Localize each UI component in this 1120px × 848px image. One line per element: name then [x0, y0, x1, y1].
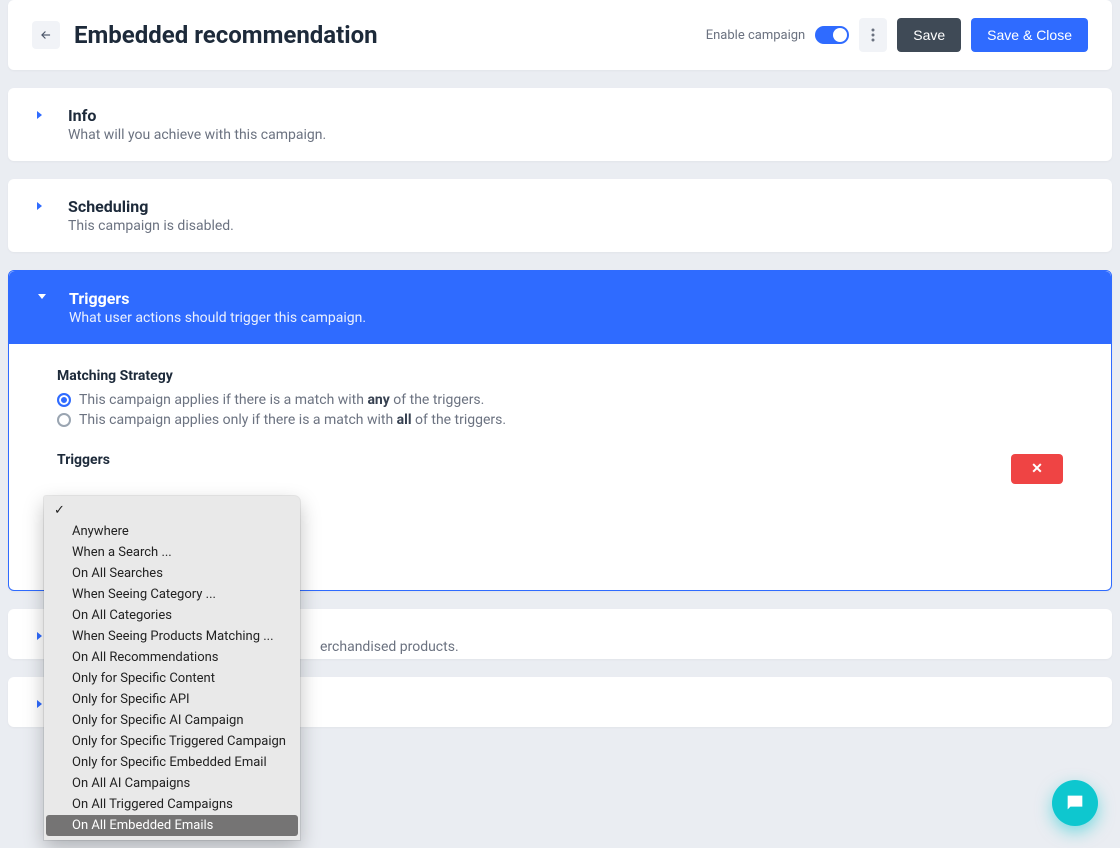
- dropdown-item-label: Only for Specific Triggered Campaign: [72, 734, 286, 749]
- scheduling-subtitle: This campaign is disabled.: [68, 218, 234, 234]
- dropdown-item[interactable]: Only for Specific Triggered Campaign: [46, 731, 298, 752]
- dropdown-item-label: On All Recommendations: [72, 650, 219, 665]
- dropdown-item[interactable]: Only for Specific AI Campaign: [46, 710, 298, 731]
- enable-campaign-toggle[interactable]: [815, 26, 849, 44]
- enable-campaign-label: Enable campaign: [706, 28, 806, 43]
- dropdown-item[interactable]: When Seeing Products Matching ...: [46, 626, 298, 647]
- dropdown-item[interactable]: Only for Specific Embedded Email: [46, 752, 298, 773]
- chevron-right-icon: [36, 110, 54, 120]
- dropdown-item[interactable]: On All Embedded Emails: [46, 815, 298, 836]
- dropdown-item[interactable]: Anywhere: [46, 521, 298, 542]
- radio-any-text: This campaign applies if there is a matc…: [79, 392, 484, 408]
- chevron-right-icon: [36, 201, 54, 211]
- kebab-icon: [871, 28, 875, 42]
- dropdown-item-label: Anywhere: [72, 524, 129, 539]
- matching-strategy-heading: Matching Strategy: [57, 368, 1063, 384]
- section-info[interactable]: Info What will you achieve with this cam…: [8, 88, 1112, 161]
- chevron-down-icon: [37, 293, 55, 301]
- dropdown-item[interactable]: On All Searches: [46, 563, 298, 584]
- lower-subtitle-fragment: erchandised products.: [320, 639, 459, 655]
- scheduling-title: Scheduling: [68, 197, 234, 216]
- triggers-title: Triggers: [69, 289, 366, 308]
- info-title: Info: [68, 106, 326, 125]
- radio-all-text: This campaign applies only if there is a…: [79, 412, 506, 428]
- dropdown-item-label: When Seeing Category ...: [72, 587, 216, 602]
- dropdown-item[interactable]: Only for Specific Content: [46, 668, 298, 689]
- radio-match-any[interactable]: This campaign applies if there is a matc…: [57, 392, 1063, 408]
- close-icon: ✕: [1031, 461, 1043, 477]
- triggers-list-heading: Triggers: [57, 452, 1063, 468]
- dropdown-item-label: Only for Specific Content: [72, 671, 215, 686]
- dropdown-item-label: On All Triggered Campaigns: [72, 797, 233, 812]
- dropdown-item-current[interactable]: ✓: [46, 500, 298, 521]
- save-button[interactable]: Save: [897, 18, 961, 52]
- info-subtitle: What will you achieve with this campaign…: [68, 127, 326, 143]
- dropdown-item[interactable]: Only for Specific API: [46, 689, 298, 710]
- back-button[interactable]: [32, 21, 60, 49]
- check-icon: ✓: [54, 503, 72, 518]
- dropdown-item-label: Only for Specific API: [72, 692, 190, 707]
- arrow-left-icon: [39, 28, 53, 42]
- save-close-button[interactable]: Save & Close: [971, 18, 1088, 52]
- dropdown-item-label: When a Search ...: [72, 545, 172, 560]
- more-menu-button[interactable]: [859, 18, 887, 52]
- dropdown-item-label: On All AI Campaigns: [72, 776, 190, 791]
- delete-trigger-button[interactable]: ✕: [1011, 454, 1063, 484]
- chat-icon: [1064, 792, 1086, 814]
- dropdown-item-label: Only for Specific AI Campaign: [72, 713, 244, 728]
- radio-icon-checked: [57, 393, 71, 407]
- dropdown-item[interactable]: On All Triggered Campaigns: [46, 794, 298, 815]
- radio-icon-unchecked: [57, 413, 71, 427]
- section-triggers-header[interactable]: Triggers What user actions should trigge…: [9, 271, 1111, 344]
- dropdown-item-label: When Seeing Products Matching ...: [72, 629, 274, 644]
- triggers-subtitle: What user actions should trigger this ca…: [69, 310, 366, 326]
- dropdown-item-label: On All Categories: [72, 608, 172, 623]
- trigger-select-dropdown[interactable]: ✓Anywhere When a Search ... On All Searche…: [44, 496, 300, 840]
- dropdown-item-label: On All Searches: [72, 566, 163, 581]
- dropdown-item-label: Only for Specific Embedded Email: [72, 755, 267, 770]
- page-title: Embedded recommendation: [74, 21, 378, 49]
- dropdown-item[interactable]: On All Categories: [46, 605, 298, 626]
- radio-match-all[interactable]: This campaign applies only if there is a…: [57, 412, 1063, 428]
- section-scheduling[interactable]: Scheduling This campaign is disabled.: [8, 179, 1112, 252]
- dropdown-item-label: On All Embedded Emails: [72, 818, 213, 833]
- dropdown-item[interactable]: When Seeing Category ...: [46, 584, 298, 605]
- chat-bubble-button[interactable]: [1052, 780, 1098, 826]
- dropdown-item[interactable]: On All Recommendations: [46, 647, 298, 668]
- dropdown-item[interactable]: When a Search ...: [46, 542, 298, 563]
- dropdown-item[interactable]: On All AI Campaigns: [46, 773, 298, 794]
